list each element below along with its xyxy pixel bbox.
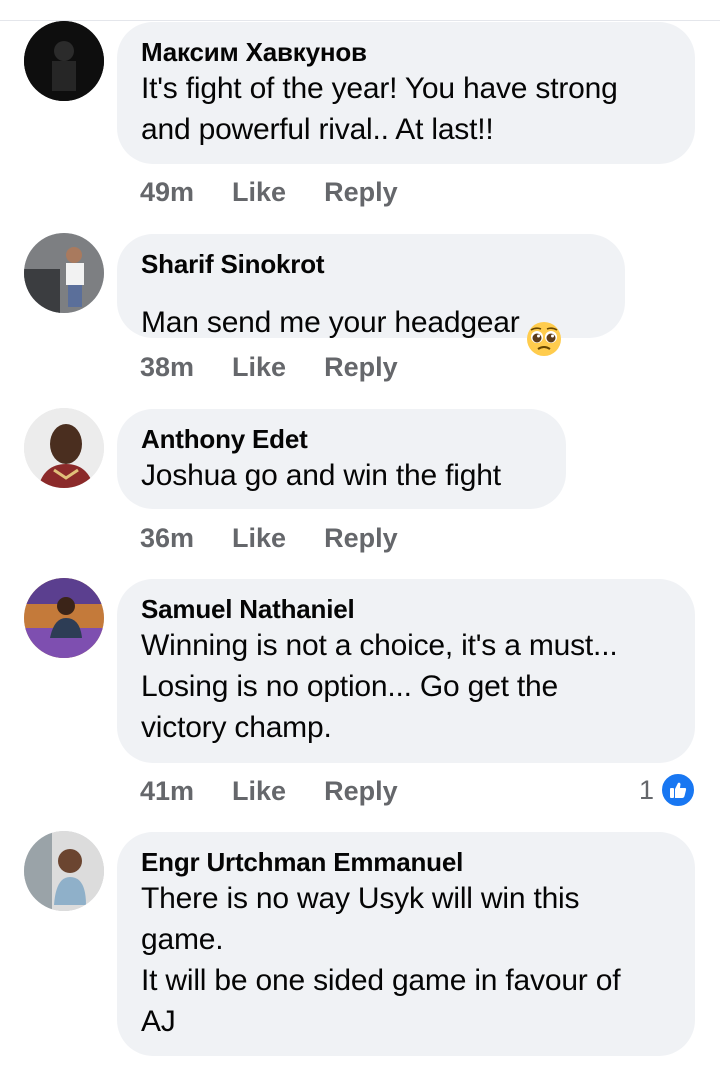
avatar[interactable] [24, 21, 104, 101]
comment-time[interactable]: 38m [140, 351, 194, 383]
comment-time[interactable]: 36m [140, 522, 194, 554]
like-button[interactable]: Like [232, 351, 286, 383]
avatar[interactable] [24, 233, 104, 313]
top-divider [0, 0, 720, 21]
commenter-name[interactable]: Engr Urtchman Emmanuel [141, 846, 671, 878]
commenter-name[interactable]: Максим Хавкунов [141, 36, 671, 68]
comment-actions: 36m Like Reply [140, 522, 436, 554]
commenter-name[interactable]: Samuel Nathaniel [141, 593, 671, 625]
reply-button[interactable]: Reply [324, 351, 398, 383]
thumbs-up-icon [660, 772, 696, 808]
avatar[interactable] [24, 831, 104, 911]
comment-time[interactable]: 41m [140, 775, 194, 807]
avatar-image [24, 21, 104, 101]
commenter-name[interactable]: Sharif Sinokrot [141, 248, 601, 280]
avatar-image [24, 233, 104, 313]
like-button[interactable]: Like [232, 775, 286, 807]
comment-text-content: Man send me your headgear [141, 305, 520, 339]
avatar-image [24, 831, 104, 911]
reply-button[interactable]: Reply [324, 176, 398, 208]
comment-text: It's fight of the year! You have strong … [141, 72, 618, 146]
comment-actions: 38m Like Reply [140, 351, 436, 383]
comment-bubble[interactable]: Максим Хавкунов It's fight of the year! … [117, 22, 695, 164]
like-button[interactable]: Like [232, 176, 286, 208]
pleading-face-emoji [526, 280, 562, 368]
comment-time[interactable]: 49m [140, 176, 194, 208]
reaction-summary[interactable]: 1 [639, 772, 696, 808]
reply-button[interactable]: Reply [324, 522, 398, 554]
comment-bubble[interactable]: Engr Urtchman Emmanuel There is no way U… [117, 832, 695, 1056]
comment-bubble[interactable]: Anthony Edet Joshua go and win the fight [117, 409, 566, 509]
reply-button[interactable]: Reply [324, 775, 398, 807]
avatar-image [24, 578, 104, 658]
comment-bubble[interactable]: Sharif Sinokrot Man send me your headgea… [117, 234, 625, 356]
like-button[interactable]: Like [232, 522, 286, 554]
comment-text: There is no way Usyk will win this game.… [141, 882, 621, 1038]
comment-text: Joshua go and win the fight [141, 459, 501, 492]
commenter-name[interactable]: Anthony Edet [141, 423, 542, 455]
avatar[interactable] [24, 408, 104, 488]
comment-actions: 41m Like Reply [140, 775, 436, 807]
comment-actions: 49m Like Reply [140, 176, 436, 208]
comment-bubble[interactable]: Samuel Nathaniel Winning is not a choice… [117, 579, 695, 763]
avatar[interactable] [24, 578, 104, 658]
avatar-image [24, 408, 104, 488]
reaction-count: 1 [638, 774, 654, 805]
comment-text: Winning is not a choice, it's a must... … [141, 629, 618, 744]
